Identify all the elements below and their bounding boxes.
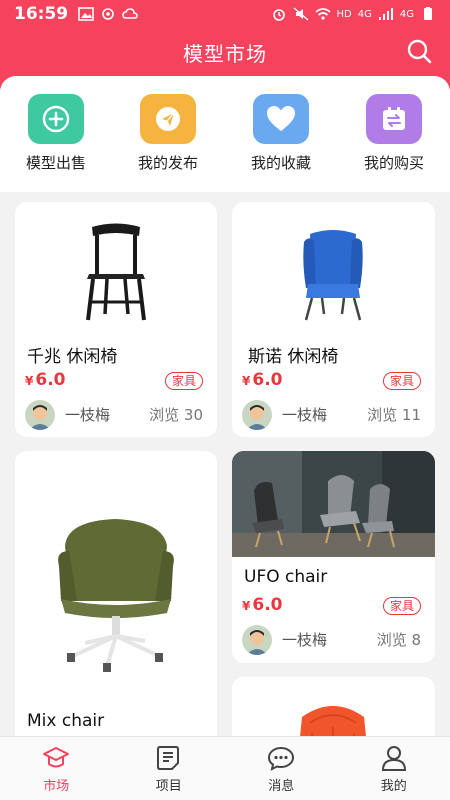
network-icon — [102, 8, 114, 20]
bottom-navigation: 市场 项目 消息 我的 — [0, 736, 450, 800]
bar-stool-image — [15, 202, 217, 332]
quick-action-my-purchases[interactable]: 我的购买 — [344, 94, 444, 173]
nav-messages[interactable]: 消息 — [225, 737, 338, 800]
nav-market[interactable]: 市场 — [0, 737, 113, 800]
product-price: ¥6.0 — [242, 595, 283, 615]
quick-action-my-favorites[interactable]: 我的收藏 — [231, 94, 331, 173]
page-title: 模型市场 — [183, 42, 267, 66]
battery-icon — [424, 7, 432, 20]
quick-action-sell-model[interactable]: 模型出售 — [6, 94, 106, 173]
cloud-icon — [122, 8, 138, 19]
category-tag: 家具 — [382, 597, 421, 615]
nav-profile[interactable]: 我的 — [338, 737, 450, 800]
user-icon — [381, 746, 406, 771]
document-list-icon — [156, 746, 179, 770]
quick-action-label: 我的发布 — [137, 154, 198, 172]
avatar — [25, 400, 55, 430]
paper-plane-icon — [140, 94, 196, 144]
chat-bubble-icon — [268, 746, 295, 771]
nav-projects[interactable]: 项目 — [113, 737, 226, 800]
ufo-chair-image — [232, 451, 435, 557]
wifi-icon — [314, 8, 331, 20]
gallery-icon — [78, 7, 94, 21]
view-count: 浏览 11 — [367, 406, 421, 424]
quick-action-label: 模型出售 — [25, 154, 86, 172]
nav-label: 我的 — [380, 779, 407, 794]
product-title: 千兆 休闲椅 — [27, 347, 118, 367]
signal-4g-1: 4G — [357, 8, 372, 20]
signal-4g-2: 4G — [399, 8, 414, 20]
product-title: 斯诺 休闲椅 — [248, 347, 339, 367]
product-card[interactable]: 千兆 休闲椅 ¥6.0 家具 一枝梅 浏览 30 — [15, 202, 217, 437]
nav-label: 市场 — [43, 779, 70, 794]
alarm-icon — [272, 9, 285, 21]
avatar — [242, 625, 272, 655]
hd-indicator: HD — [336, 8, 352, 20]
quick-action-label: 我的收藏 — [250, 154, 311, 172]
status-bar: 16:59 HD 4G 4G — [0, 0, 450, 28]
product-title: Mix chair — [27, 711, 105, 731]
category-tag: 家具 — [382, 372, 421, 390]
heart-icon — [253, 94, 309, 144]
avatar — [242, 400, 272, 430]
search-icon[interactable] — [406, 38, 432, 64]
nav-label: 项目 — [155, 779, 182, 794]
product-card[interactable]: 斯诺 休闲椅 ¥6.0 家具 一枝梅 浏览 11 — [232, 202, 435, 437]
category-tag: 家具 — [164, 372, 203, 390]
view-count: 浏览 30 — [149, 406, 203, 424]
product-price: ¥6.0 — [242, 370, 283, 390]
quick-actions: 模型出售 我的发布 我的收藏 我的购买 — [0, 76, 450, 192]
mix-chair-image — [15, 451, 217, 691]
product-card[interactable]: Mix chair — [15, 451, 217, 736]
nav-label: 消息 — [268, 779, 295, 794]
calendar-swap-icon — [366, 94, 422, 144]
product-card[interactable]: UFO chair ¥6.0 家具 一枝梅 浏览 8 — [232, 451, 435, 663]
quick-action-my-posts[interactable]: 我的发布 — [118, 94, 218, 173]
product-card[interactable] — [232, 677, 435, 736]
product-feed: 千兆 休闲椅 ¥6.0 家具 一枝梅 浏览 30 斯诺 休闲椅 ¥6.0 家具 … — [0, 192, 450, 736]
view-count: 浏览 8 — [376, 631, 421, 649]
quick-action-label: 我的购买 — [363, 154, 424, 172]
product-price: ¥6.0 — [25, 370, 66, 390]
status-time: 16:59 — [14, 4, 69, 24]
wing-chair-image — [232, 202, 435, 332]
author-name: 一枝梅 — [282, 631, 328, 649]
mute-icon — [293, 7, 308, 21]
graduation-cap-icon — [43, 747, 70, 768]
orange-chair-image — [232, 677, 435, 736]
product-title: UFO chair — [244, 567, 328, 587]
plus-circle-icon — [28, 94, 84, 144]
signal-icon — [378, 8, 393, 20]
author-name: 一枝梅 — [65, 406, 111, 424]
author-name: 一枝梅 — [282, 406, 328, 424]
